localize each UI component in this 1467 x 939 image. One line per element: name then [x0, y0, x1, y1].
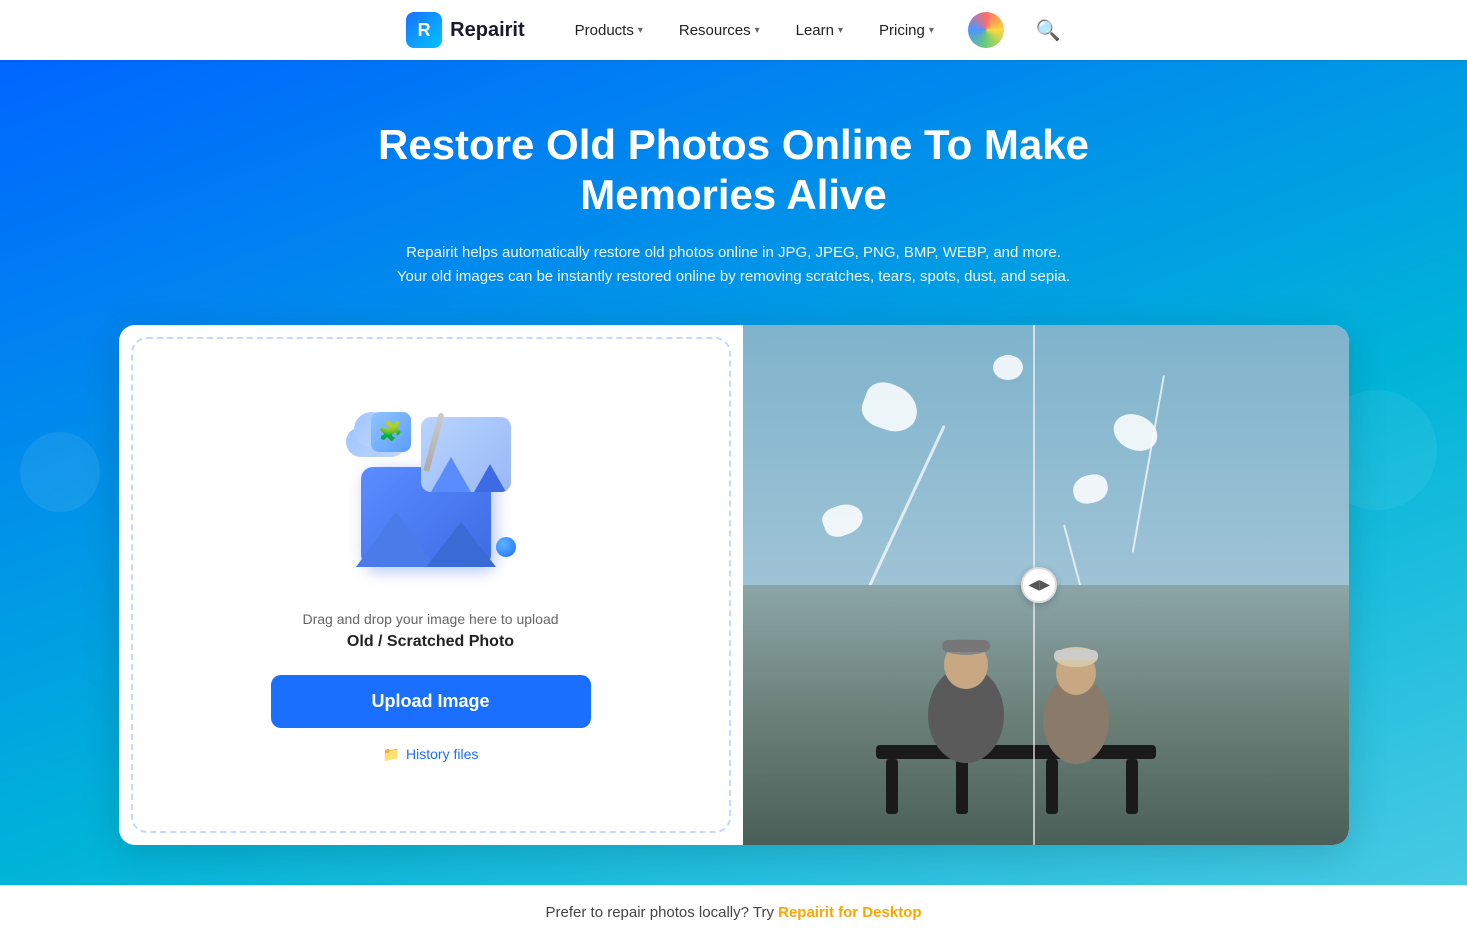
drag-drop-text: Drag and drop your image here to upload — [302, 611, 558, 627]
photo-background: ◀▶ — [743, 325, 1349, 845]
chevron-down-icon: ▾ — [929, 25, 934, 36]
photo-bench-area — [743, 585, 1349, 845]
nav-pricing-label: Pricing — [879, 22, 925, 39]
chevron-down-icon: ▾ — [638, 25, 643, 36]
illus-mountain2 — [474, 464, 506, 492]
bottom-bar: Prefer to repair photos locally? Try Rep… — [0, 885, 1467, 939]
main-card: 🧩 Drag and drop your image here to uploa… — [119, 325, 1349, 845]
upload-illustration: 🧩 — [341, 407, 521, 587]
history-files-link[interactable]: 📁 History files — [383, 746, 479, 763]
history-label: History files — [406, 746, 478, 762]
avatar[interactable] — [968, 12, 1004, 48]
hero-deco-left — [20, 432, 100, 512]
nav-products-label: Products — [575, 22, 634, 39]
hero-subtitle-line2: Your old images can be instantly restore… — [397, 268, 1070, 285]
upload-image-button[interactable]: Upload Image — [271, 675, 591, 728]
chevron-down-icon: ▾ — [755, 25, 760, 36]
illus-ball-shape — [496, 537, 516, 557]
photo-preview-panel: ◀▶ — [743, 325, 1349, 845]
logo-icon: R — [406, 12, 442, 48]
repairit-desktop-link[interactable]: Repairit for Desktop — [778, 904, 921, 921]
illus-mountain1 — [431, 457, 471, 492]
people-svg — [743, 585, 1349, 845]
hero-section: Restore Old Photos Online To Make Memori… — [0, 60, 1467, 885]
nav-resources-label: Resources — [679, 22, 751, 39]
search-icon[interactable]: 🔍 — [1036, 18, 1061, 43]
scratch-label: Old / Scratched Photo — [347, 633, 514, 651]
logo-text: Repairit — [450, 19, 524, 42]
hero-subtitle: Repairit helps automatically restore old… — [397, 241, 1070, 289]
hero-title: Restore Old Photos Online To Make Memori… — [284, 120, 1184, 221]
upload-panel: 🧩 Drag and drop your image here to uploa… — [131, 337, 731, 833]
illus-puzzle-shape: 🧩 — [371, 412, 411, 452]
nav-pricing[interactable]: Pricing ▾ — [877, 18, 936, 43]
damage-blotch-4 — [993, 355, 1023, 380]
nav-learn-label: Learn — [796, 22, 834, 39]
hero-subtitle-line1: Repairit helps automatically restore old… — [406, 244, 1061, 261]
nav-resources[interactable]: Resources ▾ — [677, 18, 762, 43]
folder-icon: 📁 — [383, 746, 400, 763]
before-after-slider[interactable]: ◀▶ — [1021, 567, 1057, 603]
bottom-bar-text: Prefer to repair photos locally? Try — [546, 904, 774, 921]
nav-learn[interactable]: Learn ▾ — [794, 18, 845, 43]
nav-products[interactable]: Products ▾ — [573, 18, 645, 43]
chevron-down-icon: ▾ — [838, 25, 843, 36]
logo[interactable]: R Repairit — [406, 12, 524, 48]
navbar: R Repairit Products ▾ Resources ▾ Learn … — [0, 0, 1467, 60]
